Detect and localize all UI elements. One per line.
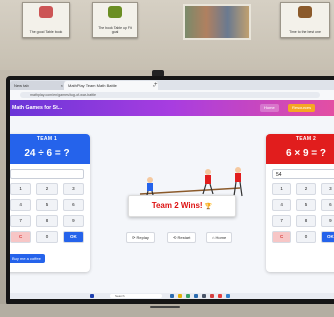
- keypad-key[interactable]: 7: [272, 215, 292, 227]
- address-bar: mathplay.com/en/games/tug-of-war-battle: [10, 90, 334, 100]
- keypad-ok-key[interactable]: OK: [320, 231, 334, 243]
- game-area: TEAM 1 24 ÷ 6 = ? 1 2 3 4 5 6 7 8 9 C 0 …: [10, 116, 334, 293]
- team1-answer-input[interactable]: [10, 169, 84, 179]
- app-icon[interactable]: [186, 294, 190, 298]
- url-input[interactable]: mathplay.com/en/games/tug-of-war-battle: [20, 92, 320, 98]
- keypad-key[interactable]: 1: [10, 183, 32, 195]
- winner-text: Team 2 Wins!: [151, 201, 203, 210]
- keypad-key[interactable]: 8: [296, 215, 316, 227]
- team2-question: 6 × 9 = ?: [266, 144, 334, 164]
- keypad-key[interactable]: 2: [36, 183, 58, 195]
- close-icon[interactable]: ×: [61, 81, 63, 90]
- keypad-key[interactable]: 4: [10, 199, 32, 211]
- taskbar-search-label: Search: [115, 294, 125, 298]
- wall-poster-1: The good Table book: [22, 2, 70, 38]
- keypad-key[interactable]: 9: [62, 215, 84, 227]
- keypad-key[interactable]: 6: [62, 199, 84, 211]
- coffee-button[interactable]: Buy me a coffee: [10, 254, 45, 263]
- page-title: Math Games for St...: [12, 105, 63, 111]
- edge-icon[interactable]: [194, 294, 198, 298]
- team2-answer-input[interactable]: 54: [272, 169, 334, 179]
- team1-panel: TEAM 1 24 ÷ 6 = ? 1 2 3 4 5 6 7 8 9 C 0 …: [10, 134, 90, 272]
- team1-question: 24 ÷ 6 = ?: [10, 144, 90, 164]
- keypad-key[interactable]: 1: [272, 183, 292, 195]
- app-icon[interactable]: [226, 294, 230, 298]
- app-icon[interactable]: [210, 294, 214, 298]
- wall-photo: [183, 4, 251, 40]
- poster-picture: [298, 6, 312, 18]
- tab-label: MathPlay Team Math Battle: [68, 83, 117, 88]
- keypad-key[interactable]: 0: [296, 231, 316, 243]
- team2-player: [233, 167, 243, 197]
- replay-button[interactable]: ⟳ Replay: [126, 232, 155, 243]
- keypad-key[interactable]: 3: [62, 183, 84, 195]
- browser-tab-bar: New tab × MathPlay Team Math Battle × +: [10, 80, 334, 90]
- wall-poster-3: Time to the best one: [280, 2, 330, 38]
- team2-title: TEAM 2: [266, 134, 334, 144]
- file-explorer-icon[interactable]: [178, 294, 182, 298]
- poster-picture: [108, 6, 122, 18]
- browser-tab-active[interactable]: MathPlay Team Math Battle ×: [64, 81, 158, 90]
- home-button[interactable]: ⌂ Home: [206, 232, 233, 243]
- poster-picture: [39, 6, 53, 18]
- poster-caption: Time to the best one: [289, 30, 321, 34]
- classroom-wall: The good Table book The book Table up Fi…: [0, 0, 334, 70]
- cable: [150, 306, 180, 308]
- tab-label: New tab: [14, 83, 29, 88]
- trophy-icon: 🏆: [204, 204, 213, 210]
- keypad-clear-key[interactable]: C: [10, 231, 32, 243]
- rope: [139, 187, 241, 195]
- poster-caption: The good Table book: [29, 30, 63, 34]
- taskbar-search[interactable]: Search: [110, 294, 162, 298]
- taskview-icon[interactable]: [170, 294, 174, 298]
- poster-caption: The book Table up Fit goal: [98, 26, 132, 34]
- chrome-icon[interactable]: [218, 294, 222, 298]
- keypad-key[interactable]: 4: [272, 199, 292, 211]
- os-taskbar: Search: [10, 293, 334, 299]
- keypad-key[interactable]: 7: [10, 215, 32, 227]
- keypad-ok-key[interactable]: OK: [62, 231, 84, 243]
- team1-title: TEAM 1: [10, 134, 90, 144]
- keypad-key[interactable]: 2: [296, 183, 316, 195]
- restart-button[interactable]: ⟲ Restart: [167, 232, 197, 243]
- team1-keypad: 1 2 3 4 5 6 7 8 9 C 0 OK: [10, 183, 84, 243]
- resources-nav-button[interactable]: Resources: [288, 104, 316, 112]
- keypad-key[interactable]: 5: [36, 199, 58, 211]
- keypad-key[interactable]: 6: [320, 199, 334, 211]
- new-tab-button[interactable]: +: [154, 80, 158, 90]
- start-icon[interactable]: [90, 294, 94, 298]
- keypad-key[interactable]: 8: [36, 215, 58, 227]
- team2-panel: TEAM 2 6 × 9 = ? 54 1 2 3 4 5 6 7 8 9 C …: [266, 134, 334, 272]
- wall-poster-2: The book Table up Fit goal: [92, 2, 138, 38]
- team2-keypad: 1 2 3 4 5 6 7 8 9 C 0 OK: [272, 183, 334, 243]
- keypad-clear-key[interactable]: C: [272, 231, 292, 243]
- home-nav-button[interactable]: Home: [260, 104, 279, 112]
- winner-banner: Team 2 Wins! 🏆: [128, 195, 236, 217]
- keypad-key[interactable]: 3: [320, 183, 334, 195]
- coffee-button-label: Buy me a coffee: [12, 256, 41, 261]
- keypad-key[interactable]: 0: [36, 231, 58, 243]
- app-header: Math Games for St... Home Resources: [10, 100, 334, 116]
- monitor-screen: New tab × MathPlay Team Math Battle × + …: [10, 80, 334, 299]
- keypad-key[interactable]: 9: [320, 215, 334, 227]
- app-icon[interactable]: [202, 294, 206, 298]
- keypad-key[interactable]: 5: [296, 199, 316, 211]
- browser-tab[interactable]: New tab ×: [10, 81, 66, 90]
